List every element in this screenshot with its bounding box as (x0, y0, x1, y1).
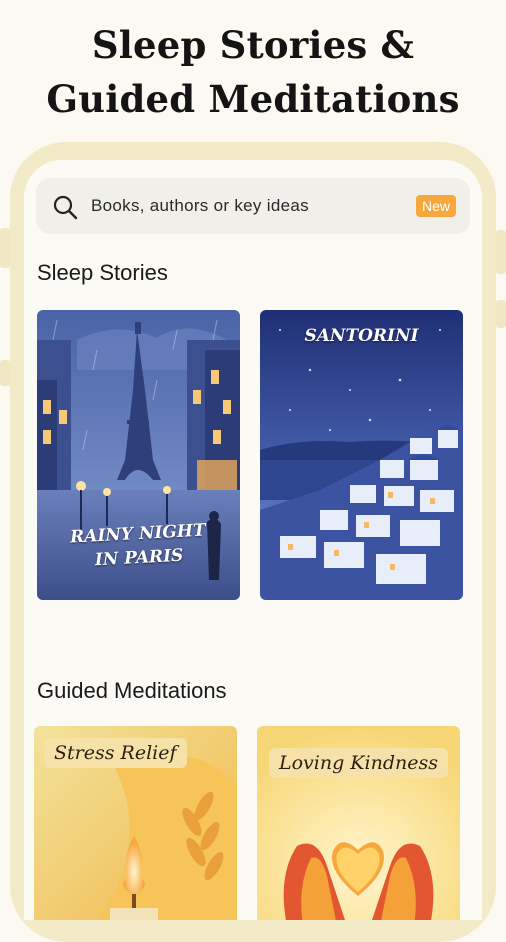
phone-side-button-left (0, 228, 10, 268)
meditation-card-label: Loving Kindness (269, 748, 448, 778)
search-bar[interactable]: Books, authors or key ideas New (36, 178, 470, 234)
story-card-santorini[interactable]: SANTORINI (260, 310, 463, 600)
phone-screen: Books, authors or key ideas New Sleep St… (24, 160, 482, 920)
section-title-sleep-stories: Sleep Stories (37, 260, 168, 285)
story-card-label: SANTORINI (304, 326, 419, 346)
santorini-illustration (260, 310, 463, 600)
new-badge: New (415, 195, 456, 217)
headline: Sleep Stories & Guided Meditations (0, 18, 506, 126)
meditation-card-stress-relief[interactable]: Stress Relief (34, 726, 237, 920)
story-card-rainy-night-in-paris[interactable]: RAINY NIGHT IN PARIS (37, 310, 240, 600)
phone-side-button-left-2 (0, 360, 10, 386)
meditation-card-loving-kindness[interactable]: Loving Kindness (257, 726, 460, 920)
headline-line-1: Sleep Stories & (91, 23, 415, 67)
phone-side-button-right-2 (496, 300, 506, 328)
search-placeholder: Books, authors or key ideas (91, 196, 309, 215)
section-title-guided-meditations: Guided Meditations (37, 678, 227, 703)
search-icon (53, 195, 78, 220)
meditation-card-label: Stress Relief (44, 738, 187, 768)
headline-line-2: Guided Meditations (46, 77, 460, 121)
phone-side-button-right (496, 230, 506, 274)
